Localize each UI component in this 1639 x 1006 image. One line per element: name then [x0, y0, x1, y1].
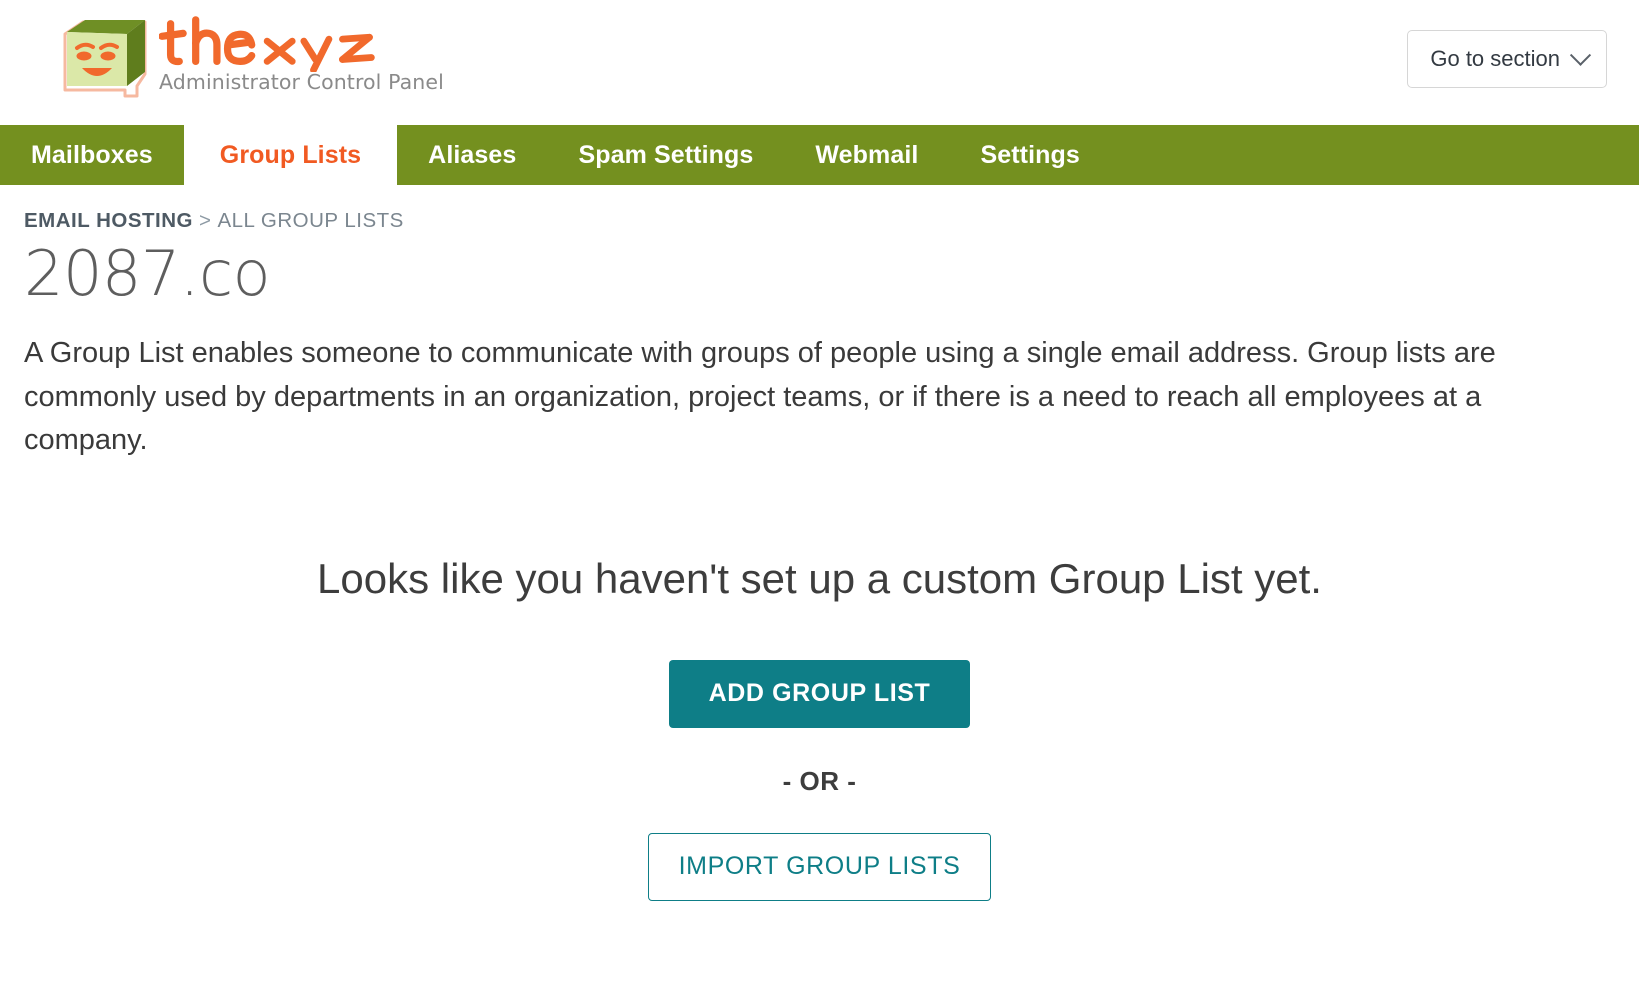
page-title: 2087.co	[24, 237, 271, 310]
breadcrumb: EMAIL HOSTING > ALL GROUP LISTS	[24, 209, 1615, 233]
nav-tab-aliases[interactable]: Aliases	[397, 125, 547, 185]
goto-section-dropdown[interactable]: Go to section	[1407, 30, 1607, 88]
or-divider-label: - OR -	[782, 765, 857, 796]
page-description: A Group List enables someone to communic…	[24, 337, 1496, 457]
chevron-down-icon	[1569, 44, 1592, 66]
goto-section-label: Go to section	[1430, 46, 1560, 71]
nav-tab-settings[interactable]: Settings	[949, 125, 1110, 185]
import-group-lists-button[interactable]: IMPORT GROUP LISTS	[647, 832, 992, 901]
nav-tab-group-lists[interactable]: Group Lists	[183, 125, 398, 185]
thexyz-wordmark-icon	[159, 16, 375, 72]
breadcrumb-item-email-hosting[interactable]: EMAIL HOSTING	[24, 209, 193, 232]
thexyz-box-face-logo-icon	[63, 20, 147, 98]
breadcrumb-separator: >	[199, 209, 212, 232]
brand-logo[interactable]: Administrator Control Panel	[55, 12, 449, 100]
nav-tab-mailboxes[interactable]: Mailboxes	[0, 125, 184, 185]
add-group-list-button[interactable]: ADD GROUP LIST	[668, 659, 971, 728]
app-header: Administrator Control Panel Go to sectio…	[0, 0, 1639, 125]
breadcrumb-item-all-group-lists: ALL GROUP LISTS	[217, 209, 404, 232]
nav-tab-webmail[interactable]: Webmail	[784, 125, 949, 185]
page-content: EMAIL HOSTING > ALL GROUP LISTS 2087.co A …	[0, 209, 1639, 901]
nav-tab-spam-settings[interactable]: Spam Settings	[547, 125, 784, 185]
app-tagline: Administrator Control Panel	[159, 70, 444, 94]
main-navigation: Mailboxes Group Lists Aliases Spam Setti…	[0, 125, 1639, 185]
empty-state-heading: Looks like you haven't set up a custom G…	[317, 554, 1322, 602]
empty-state: Looks like you haven't set up a custom G…	[24, 555, 1615, 901]
